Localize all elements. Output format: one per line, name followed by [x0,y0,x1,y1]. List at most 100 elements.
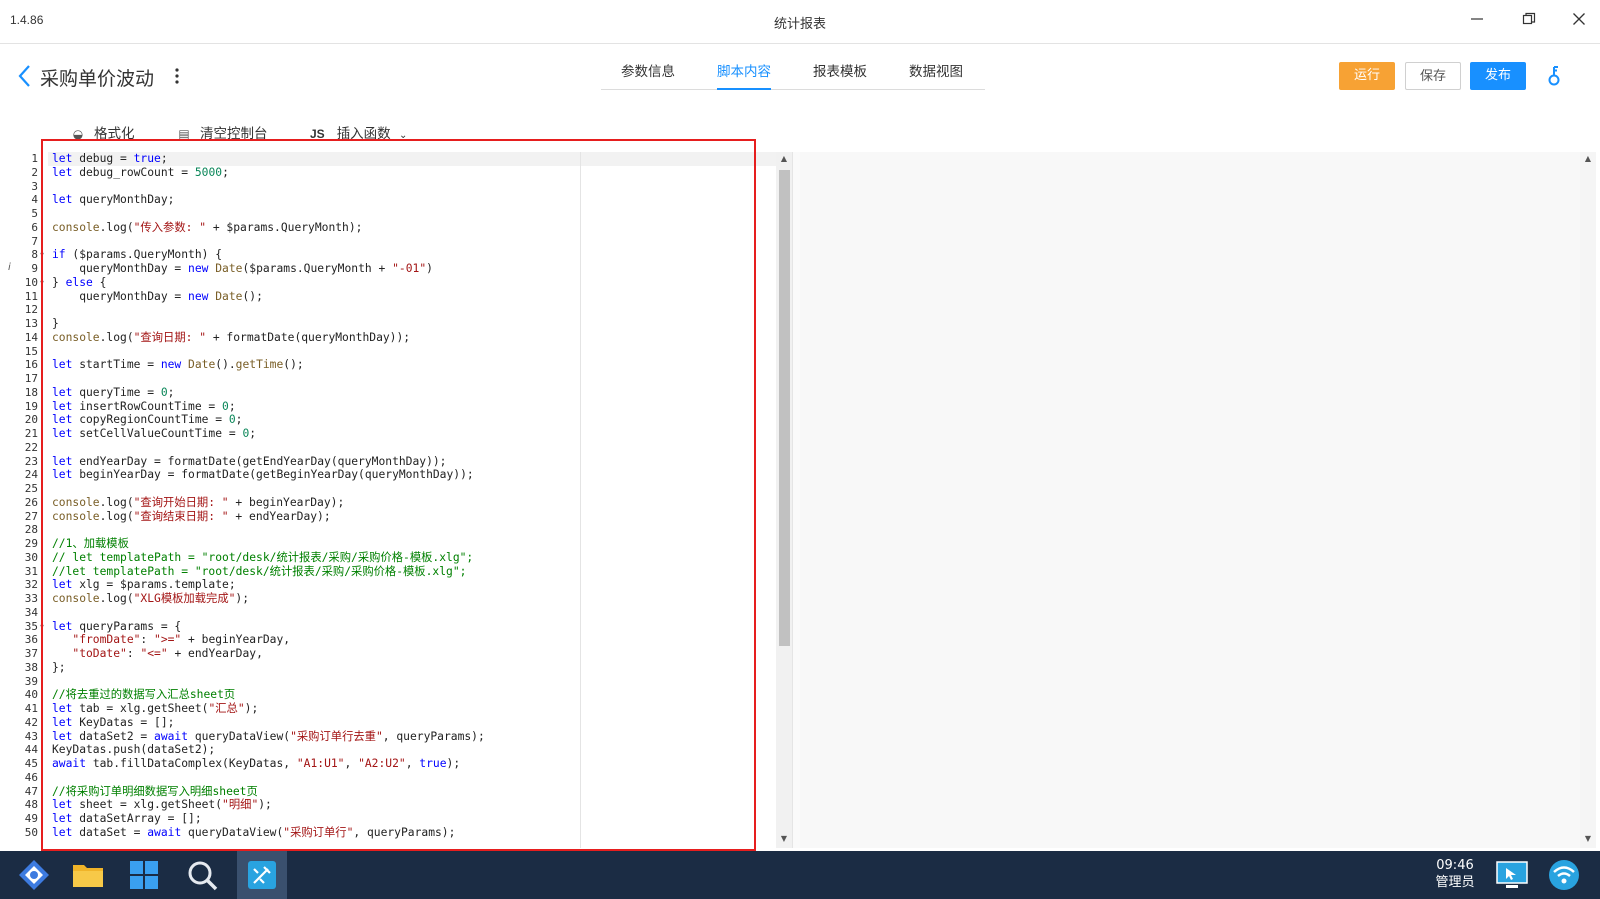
scroll-up-arrow[interactable]: ▲ [776,154,792,163]
design-tool-icon [244,857,280,893]
line-number: 28 [24,523,38,537]
console-scroll-up-arrow[interactable]: ▲ [1580,154,1596,163]
code-line[interactable]: //将去重过的数据写入汇总sheet页 [52,688,235,702]
fold-toggle-icon[interactable]: ▾ [40,622,44,631]
line-number: 36 [24,633,38,647]
format-button[interactable]: ◒ 格式化 [70,122,135,142]
code-line[interactable]: let debug = true; [52,152,168,166]
folder-icon[interactable] [70,857,106,893]
code-line[interactable]: console.log("查询日期: " + formatDate(queryM… [52,331,410,345]
help-key-icon[interactable] [1546,64,1562,88]
code-line[interactable]: let tab = xlg.getSheet("汇总"); [52,702,258,716]
code-line[interactable]: let insertRowCountTime = 0; [52,400,236,414]
console-scroll-down-arrow[interactable]: ▼ [1580,834,1596,843]
line-number: 32 [24,578,38,592]
line-number: 26 [24,495,38,509]
line-number: 5 [31,207,38,220]
code-line[interactable]: //将采购订单明细数据写入明细sheet页 [52,785,258,799]
line-number: 44 [24,743,38,757]
code-line[interactable]: //let templatePath = "root/desk/统计报表/采购/… [52,565,466,579]
search-icon[interactable] [184,857,220,893]
code-line[interactable]: await tab.fillDataComplex(KeyDatas, "A1:… [52,757,460,771]
console-scrollbar[interactable]: ▲ ▼ [1580,152,1596,848]
line-number: 25 [24,482,38,495]
line-number: 2 [31,165,38,179]
tab-report-template[interactable]: 报表模板 [813,60,867,88]
code-line[interactable]: if ($params.QueryMonth) { [52,248,222,262]
code-line[interactable]: queryMonthDay = new Date($params.QueryMo… [52,262,433,276]
code-line[interactable]: queryMonthDay = new Date(); [52,290,263,304]
line-number: 4 [31,193,38,207]
code-line[interactable]: let dataSet2 = await queryDataView("采购订单… [52,730,485,744]
run-button[interactable]: 运行 [1339,62,1395,90]
save-button[interactable]: 保存 [1405,62,1461,90]
code-line[interactable]: let debug_rowCount = 5000; [52,166,229,180]
code-editor[interactable]: 1 2 3 4 5 6 7 8 ▾ 9 i 10 ▾ 11 12 13 14 15 16 17 18 19 20 21 22 23… [0,152,776,848]
more-vertical-icon[interactable] [172,66,182,86]
code-line[interactable]: let beginYearDay = formatDate(getBeginYe… [52,468,474,482]
code-line[interactable]: let xlg = $params.template; [52,578,236,592]
line-number: 3 [31,179,38,193]
line-number: 42 [24,715,38,729]
close-icon[interactable] [1564,8,1594,34]
code-line[interactable]: let setCellValueCountTime = 0; [52,427,256,441]
minimize-icon[interactable] [1462,8,1492,34]
back-chevron-icon[interactable] [16,62,34,90]
tab-data-view[interactable]: 数据视图 [909,60,963,88]
code-line[interactable]: console.log("XLG模板加载完成"); [52,592,249,606]
tab-script[interactable]: 脚本内容 [717,60,771,90]
line-number: 6 [31,220,38,234]
fold-toggle-icon[interactable]: ▾ [40,278,44,287]
insert-function-dropdown[interactable]: JS 插入函数 ⌄ [310,122,407,142]
network-icon[interactable] [1546,857,1582,893]
restore-icon[interactable] [1514,8,1544,34]
code-line[interactable]: let startTime = new Date().getTime(); [52,358,304,372]
line-number: 20 [24,413,38,427]
code-line[interactable]: let sheet = xlg.getSheet("明细"); [52,798,272,812]
editor-scrollbar-thumb[interactable] [779,170,790,646]
line-number: 13 [24,317,38,330]
code-line[interactable]: // let templatePath = "root/desk/统计报表/采购… [52,551,473,565]
line-number: 35 [24,619,38,633]
taskbar-active-app[interactable] [237,851,287,899]
code-line[interactable]: console.log("传入参数: " + $params.QueryMont… [52,221,362,235]
line-number: 9 [31,262,38,275]
code-line[interactable]: console.log("查询开始日期: " + beginYearDay); [52,496,344,510]
line-number: 24 [24,468,38,482]
code-line[interactable]: console.log("查询结束日期: " + endYearDay); [52,510,331,524]
code-line[interactable]: //1、加载模板 [52,537,129,551]
code-line[interactable]: } else { [52,276,106,290]
publish-button[interactable]: 发布 [1470,62,1526,90]
info-annotation-icon[interactable]: i [8,262,11,273]
code-line[interactable]: let copyRegionCountTime = 0; [52,413,242,427]
line-number: 15 [24,344,38,358]
scroll-down-arrow[interactable]: ▼ [776,834,792,843]
tab-params[interactable]: 参数信息 [621,60,675,88]
line-number: 31 [24,564,38,578]
js-label: JS [310,127,325,141]
code-line[interactable]: let endYearDay = formatDate(getEndYearDa… [52,455,446,469]
fold-toggle-icon[interactable]: ▾ [40,250,44,259]
clear-console-button[interactable]: ▤ 清空控制台 [176,122,267,142]
code-line[interactable]: } [52,317,59,331]
line-number: 39 [24,674,38,688]
remote-desktop-icon[interactable] [1494,857,1530,893]
code-line[interactable]: let KeyDatas = []; [52,716,174,730]
code-line[interactable]: KeyDatas.push(dataSet2); [52,743,215,757]
code-line[interactable]: let queryMonthDay; [52,193,174,207]
code-line[interactable]: let dataSet = await queryDataView("采购订单行… [52,826,455,840]
taskbar-clock[interactable]: 09:46 管理员 [1425,857,1485,891]
code-line[interactable]: let queryParams = { [52,620,181,634]
code-content[interactable]: let debug = true; let debug_rowCount = 50… [52,152,772,848]
code-line[interactable]: }; [52,661,66,675]
editor-scrollbar[interactable]: ▲ ▼ [776,152,792,848]
windows-icon[interactable] [126,857,162,893]
code-line[interactable]: let dataSetArray = []; [52,812,202,826]
clock-time: 09:46 [1436,858,1474,873]
code-line[interactable]: let queryTime = 0; [52,386,174,400]
line-number: 34 [24,605,38,619]
tab-bar: 参数信息 脚本内容 报表模板 数据视图 [601,44,985,90]
code-line[interactable]: "toDate": "<=" + endYearDay, [52,647,262,661]
start-icon[interactable] [16,857,52,893]
code-line[interactable]: "fromDate": ">=" + beginYearDay, [52,633,290,647]
